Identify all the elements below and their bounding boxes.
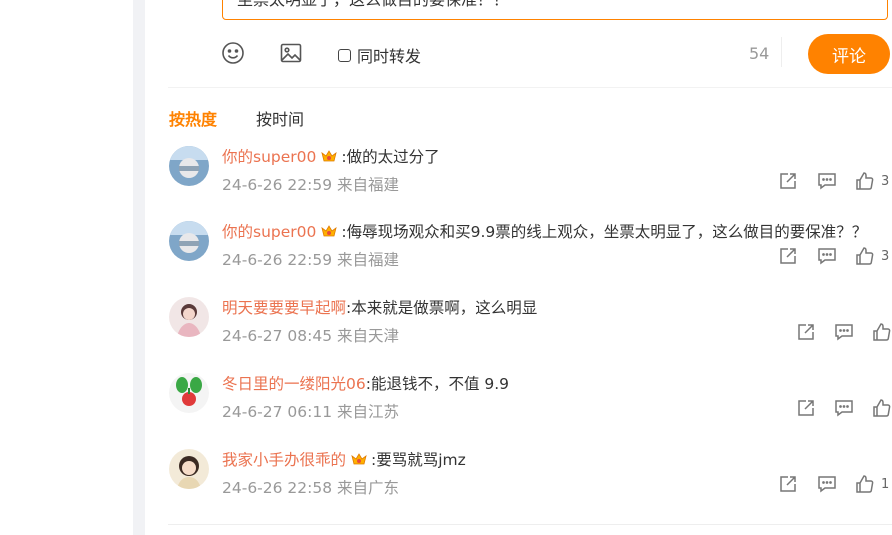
comment-meta: 24-6-27 06:11 来自江苏 <box>222 403 400 421</box>
comment-text: :做的太过分了 <box>341 148 440 166</box>
checkbox-box[interactable] <box>338 48 351 62</box>
comment-input-text: 坐票太明显了，这么做目的要保准？？ <box>237 0 509 10</box>
avatar[interactable] <box>169 449 209 489</box>
comment-meta: 24-6-26 22:58 来自广东 <box>222 479 400 497</box>
divider <box>781 37 782 67</box>
share-icon[interactable] <box>778 246 798 266</box>
comment-item: 我家小手办很乖的 :要骂就骂jmz 24-6-26 22:58 来自广东 1 <box>168 449 892 519</box>
avatar[interactable] <box>169 146 209 186</box>
divider <box>168 524 892 525</box>
comment-username[interactable]: 你的super00 <box>222 145 316 167</box>
comment-meta: 24-6-26 22:59 来自福建 <box>222 251 400 269</box>
like-icon[interactable] <box>872 398 892 418</box>
comment-text: :能退钱不，不值 9.9 <box>365 375 510 393</box>
like-icon[interactable] <box>855 474 875 494</box>
divider <box>168 87 892 88</box>
comment-username[interactable]: 你的super00 <box>222 220 316 242</box>
comment-input[interactable]: 坐票太明显了，这么做目的要保准？？ <box>222 0 888 20</box>
avatar[interactable] <box>169 221 209 261</box>
avatar[interactable] <box>169 373 209 413</box>
crown-badge-icon <box>350 451 368 467</box>
comment-item: 你的super00 :做的太过分了 24-6-26 22:59 来自福建 3 <box>168 146 892 216</box>
repost-checkbox[interactable]: 同时转发 <box>338 43 421 67</box>
repost-label: 同时转发 <box>357 47 422 66</box>
sort-by-time-tab[interactable]: 按时间 <box>256 106 304 130</box>
comment-icon[interactable] <box>817 474 837 494</box>
share-icon[interactable] <box>796 398 816 418</box>
comment-icon[interactable] <box>817 246 837 266</box>
comment-item: 你的super00 :侮辱现场观众和买9.9票的线上观众，坐票太明显了，这么做目… <box>168 221 892 291</box>
share-icon[interactable] <box>778 171 798 191</box>
comment-username[interactable]: 冬日里的一缕阳光06 <box>222 372 366 394</box>
share-icon[interactable] <box>796 322 816 342</box>
comment-item: 冬日里的一缕阳光06 :能退钱不，不值 9.9 24-6-27 06:11 来自… <box>168 373 892 443</box>
avatar[interactable] <box>169 297 209 337</box>
comment-text: :侮辱现场观众和买9.9票的线上观众，坐票太明显了，这么做目的要保准？？ <box>341 223 868 241</box>
left-gutter <box>133 0 145 535</box>
like-icon[interactable] <box>855 246 875 266</box>
comment-icon[interactable] <box>817 171 837 191</box>
like-count: 3 <box>881 249 890 264</box>
comment-meta: 24-6-26 22:59 来自福建 <box>222 176 400 194</box>
comment-item: 明天要要要早起啊 :本来就是做票啊，这么明显 24-6-27 08:45 来自天… <box>168 297 892 367</box>
like-count: 1 <box>881 477 890 492</box>
comment-meta: 24-6-27 08:45 来自天津 <box>222 327 400 345</box>
sort-by-hot-tab[interactable]: 按热度 <box>169 106 217 130</box>
share-icon[interactable] <box>778 474 798 494</box>
crown-badge-icon <box>320 223 338 239</box>
comment-icon[interactable] <box>834 398 854 418</box>
char-count: 54 <box>749 44 770 63</box>
like-icon[interactable] <box>872 322 892 342</box>
comment-username[interactable]: 我家小手办很乖的 <box>222 448 346 470</box>
like-count: 3 <box>881 174 890 189</box>
submit-comment-button[interactable]: 评论 <box>808 34 890 74</box>
emoji-icon[interactable] <box>221 41 245 65</box>
comment-text: :要骂就骂jmz <box>371 451 466 469</box>
crown-badge-icon <box>320 148 338 164</box>
like-icon[interactable] <box>855 171 875 191</box>
comment-text: :本来就是做票啊，这么明显 <box>346 299 538 317</box>
comment-icon[interactable] <box>834 322 854 342</box>
image-icon[interactable] <box>279 41 303 65</box>
comment-username[interactable]: 明天要要要早起啊 <box>222 296 346 318</box>
